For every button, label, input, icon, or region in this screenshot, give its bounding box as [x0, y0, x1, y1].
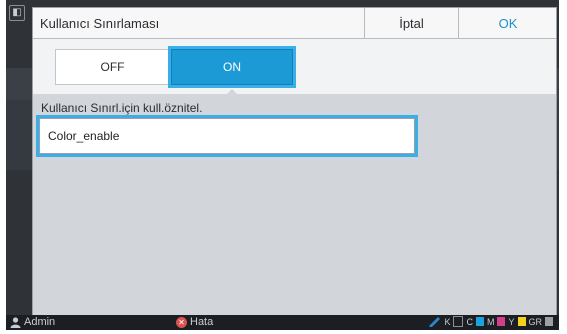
- status-error[interactable]: ✕ Hata: [176, 316, 213, 328]
- ink-k-label: K: [444, 316, 451, 327]
- ink-c-level: [475, 317, 484, 326]
- toggle-area: OFF ON: [33, 39, 556, 95]
- user-name: Admin: [24, 316, 56, 328]
- error-icon: ✕: [176, 316, 187, 328]
- ink-m-label: M: [486, 316, 495, 327]
- dialog-header: Kullanıcı Sınırlaması İptal OK: [33, 8, 556, 39]
- attribute-label: Kullanıcı Sınırl.için kull.öznitel.: [41, 101, 203, 115]
- ink-m-level: [497, 317, 506, 326]
- status-bar: Admin ✕ Hata K C M Y GR: [6, 315, 559, 330]
- ink-gr-level: [545, 317, 553, 326]
- ink-gr-label: GR: [528, 316, 543, 327]
- toggle-on-button[interactable]: ON: [171, 49, 293, 85]
- ink-levels: K C M Y GR: [427, 316, 553, 327]
- ink-k-level: [453, 316, 464, 327]
- ink-drop-icon: [429, 317, 441, 327]
- app-icon: ◧: [9, 5, 25, 21]
- toggle-off-button[interactable]: OFF: [55, 49, 170, 85]
- ok-button[interactable]: OK: [458, 8, 557, 38]
- status-user[interactable]: Admin: [10, 316, 55, 328]
- selection-pointer: [226, 89, 238, 95]
- error-label: Hata: [190, 316, 214, 328]
- dialog-title: Kullanıcı Sınırlaması: [40, 16, 160, 31]
- attribute-input[interactable]: Color_enable: [39, 118, 415, 154]
- ink-c-label: C: [466, 316, 473, 327]
- ink-y-label: Y: [508, 316, 515, 327]
- ink-y-level: [517, 317, 526, 326]
- cancel-button[interactable]: İptal: [364, 8, 458, 38]
- device-screen: ◧ n. Kullanıcı Sınırlaması İptal OK OFF …: [6, 0, 559, 330]
- person-icon: [10, 316, 21, 328]
- user-restriction-dialog: Kullanıcı Sınırlaması İptal OK OFF ON Ku…: [32, 7, 557, 317]
